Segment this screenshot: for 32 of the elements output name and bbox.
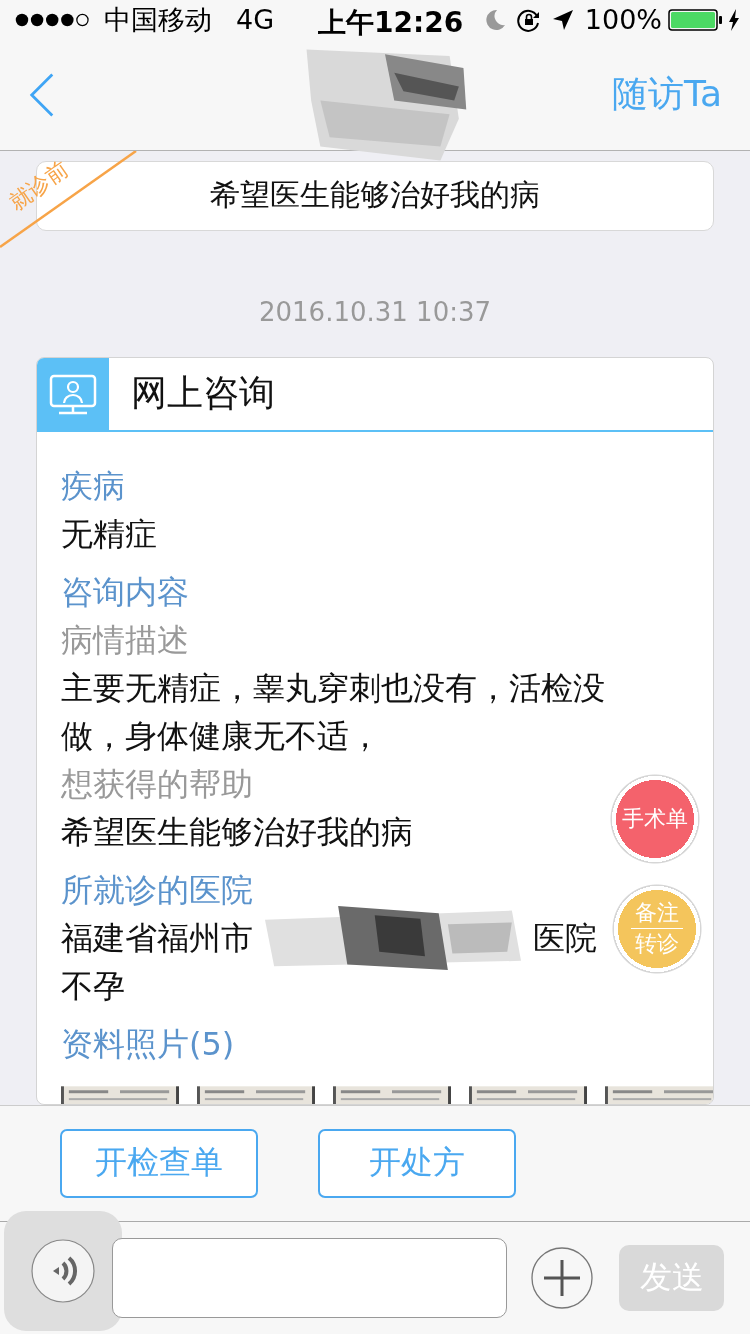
battery-icon [668,7,724,32]
follow-up-link[interactable]: 随访Ta [611,70,722,120]
section-heading: 疾病 [61,465,125,507]
plus-icon[interactable] [531,1246,593,1309]
section-text: 希望医生能够治好我的病 [61,811,413,853]
status-time: 上午12:26 [318,5,464,41]
section-text: 医院 [533,917,597,959]
message-input[interactable] [112,1237,507,1318]
section-heading: 所就诊的医院 [61,869,253,911]
battery-percent: 100% [584,4,662,36]
card-title: 网上咨询 [131,371,275,416]
section-label: 病情描述 [61,619,189,661]
voice-button[interactable] [4,1210,122,1331]
network-type: 4G [236,4,275,36]
voice-wave-icon [31,1238,95,1303]
pre-visit-text: 希望医生能够治好我的病 [210,176,540,215]
section-heading: 咨询内容 [61,571,189,613]
action-button[interactable]: 开检查单 [60,1128,258,1198]
charging-bolt-icon [728,7,740,32]
section-heading: 资料照片(5) [61,1023,235,1065]
section-text: 主要无精症，睾丸穿刺也没有，活检没做，身体健康无不适， [61,667,606,757]
carrier-name: 中国移动 [104,2,212,37]
rotation-lock-icon [516,7,541,32]
section-text: 不孕 [61,965,125,1007]
section-text: 无精症 [61,513,157,555]
pre-visit-tag: 就诊前 [3,154,75,218]
section-label: 想获得的帮助 [61,763,253,805]
floating-button[interactable]: 手术单 [610,773,700,864]
section-text: 福建省福州市 [61,917,253,959]
floating-button[interactable]: 备注 转诊 [612,883,702,974]
message-timestamp: 2016.10.31 10:37 [258,296,492,327]
action-button[interactable]: 开处方 [318,1128,516,1198]
